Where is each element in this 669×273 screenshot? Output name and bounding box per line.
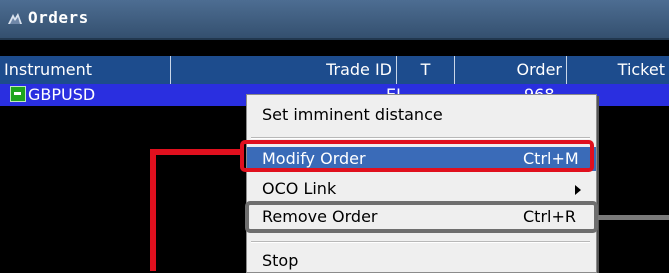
callout-highlight-modify-order xyxy=(240,140,594,172)
submenu-arrow-icon xyxy=(575,185,581,195)
context-menu: Set imminent distance Modify Order Ctrl+… xyxy=(246,94,597,273)
column-header-type[interactable]: T xyxy=(396,56,454,84)
window-titlebar[interactable]: Orders xyxy=(0,0,669,40)
menu-separator xyxy=(251,137,590,139)
callout-line-red xyxy=(152,149,240,155)
menu-separator xyxy=(251,241,590,243)
callout-highlight-remove-order xyxy=(245,201,598,233)
column-header-trade-id[interactable]: Trade ID xyxy=(170,56,396,84)
order-status-icon xyxy=(10,86,26,102)
column-header-order[interactable]: Order xyxy=(454,56,566,84)
menu-item-oco-link[interactable]: OCO Link xyxy=(247,177,596,201)
column-header-instrument[interactable]: Instrument xyxy=(0,56,170,84)
callout-line-gray xyxy=(598,215,669,220)
column-header-ticket[interactable]: Ticket xyxy=(566,56,669,84)
menu-item-set-imminent-distance[interactable]: Set imminent distance xyxy=(247,103,596,127)
orders-window: Orders Instrument Trade ID T Order Ticke… xyxy=(0,0,669,273)
callout-line-red-vertical xyxy=(150,149,156,271)
menu-item-stop[interactable]: Stop xyxy=(247,249,596,273)
table-header: Instrument Trade ID T Order Ticket xyxy=(0,56,669,84)
instrument-cell: GBPUSD xyxy=(10,84,95,106)
orders-logo-icon xyxy=(8,13,22,24)
window-title: Orders xyxy=(28,8,89,27)
